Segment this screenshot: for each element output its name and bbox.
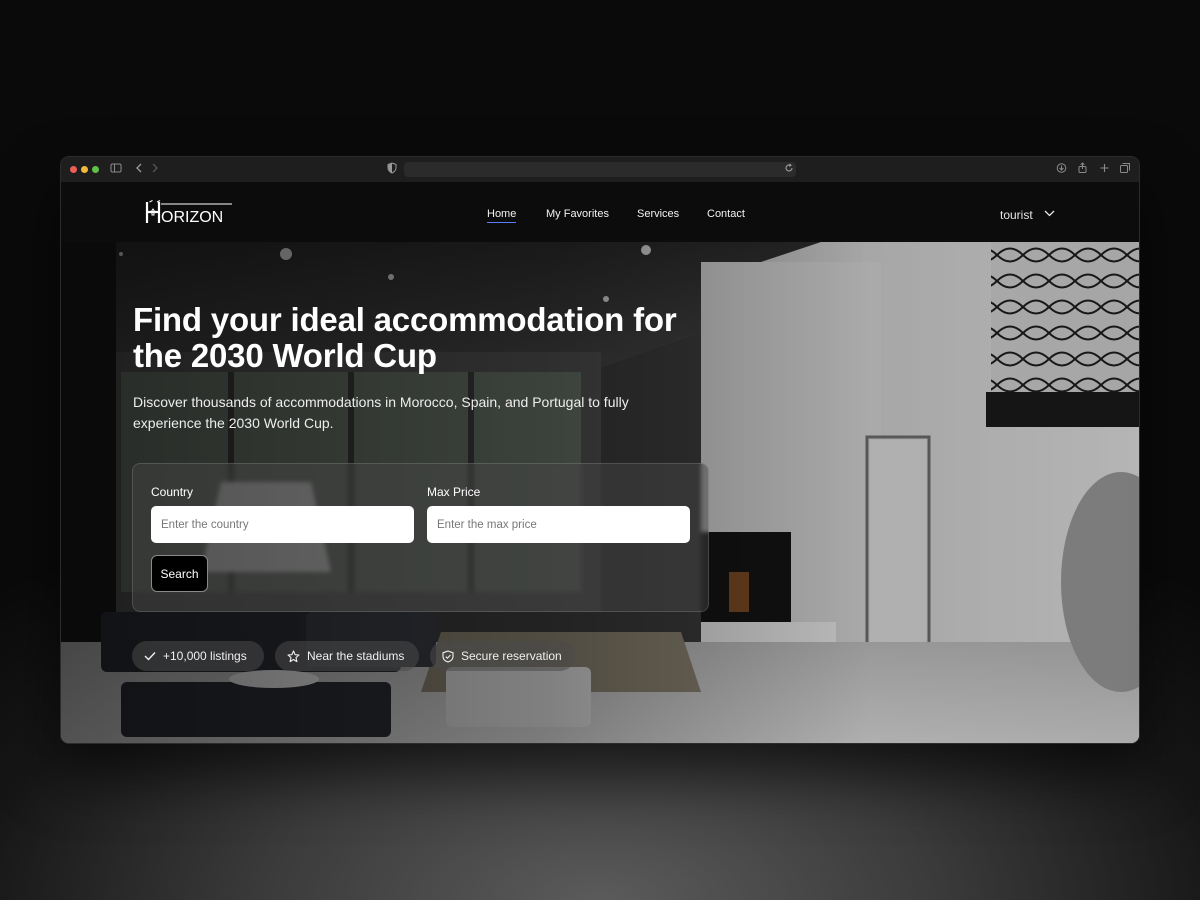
new-tab-icon[interactable] bbox=[1099, 162, 1110, 178]
hero-section: Find your ideal accommodation for the 20… bbox=[61, 242, 1139, 743]
chevron-down-icon bbox=[1044, 206, 1055, 220]
website: ORIZON Home My Favorites Services Contac… bbox=[61, 182, 1139, 743]
badge-near-stadiums-label: Near the stadiums bbox=[307, 649, 405, 663]
forward-arrow-icon[interactable] bbox=[150, 162, 160, 178]
browser-window: ORIZON Home My Favorites Services Contac… bbox=[61, 157, 1139, 743]
address-bar[interactable] bbox=[404, 162, 796, 177]
nav-contact[interactable]: Contact bbox=[707, 208, 745, 220]
badge-secure-reservation: Secure reservation bbox=[430, 641, 575, 671]
share-icon[interactable] bbox=[1077, 162, 1088, 178]
hero-subtitle: Discover thousands of accommodations in … bbox=[133, 392, 693, 434]
nav-home[interactable]: Home bbox=[487, 208, 517, 223]
shield-icon bbox=[442, 649, 454, 663]
logo-text: ORIZON bbox=[161, 209, 223, 226]
horizon-logo[interactable]: ORIZON bbox=[145, 200, 235, 226]
country-label: Country bbox=[151, 485, 194, 499]
nav-services[interactable]: Services bbox=[637, 208, 679, 220]
max-price-input[interactable] bbox=[427, 506, 690, 543]
star-icon bbox=[287, 649, 300, 663]
privacy-shield-icon bbox=[387, 162, 397, 178]
reload-icon[interactable] bbox=[784, 162, 794, 178]
minimize-window-button[interactable] bbox=[81, 166, 88, 173]
nav-my-favorites[interactable]: My Favorites bbox=[546, 208, 609, 220]
search-button[interactable]: Search bbox=[151, 555, 208, 592]
search-form: Country Max Price Search bbox=[132, 463, 709, 612]
hero-title-line-2: the 2030 World Cup bbox=[133, 337, 437, 374]
hero-title: Find your ideal accommodation for the 20… bbox=[133, 302, 733, 374]
badge-near-stadiums: Near the stadiums bbox=[275, 641, 419, 671]
sidebar-toggle-icon[interactable] bbox=[110, 162, 122, 178]
user-menu[interactable]: tourist bbox=[1000, 206, 1055, 222]
tab-overview-icon[interactable] bbox=[1119, 162, 1131, 178]
back-arrow-icon[interactable] bbox=[134, 162, 144, 178]
close-window-button[interactable] bbox=[70, 166, 77, 173]
download-icon[interactable] bbox=[1056, 162, 1067, 178]
badge-listings: +10,000 listings bbox=[132, 641, 264, 671]
maximize-window-button[interactable] bbox=[92, 166, 99, 173]
user-name: tourist bbox=[1000, 208, 1033, 222]
top-navigation: ORIZON Home My Favorites Services Contac… bbox=[61, 182, 1139, 243]
badge-secure-reservation-label: Secure reservation bbox=[461, 649, 562, 663]
browser-toolbar bbox=[61, 157, 1139, 183]
country-input[interactable] bbox=[151, 506, 414, 543]
hero-subtitle-line-1: Discover thousands of accommodations in … bbox=[133, 394, 629, 410]
max-price-label: Max Price bbox=[427, 485, 481, 499]
hero-subtitle-line-2: experience the 2030 World Cup. bbox=[133, 415, 334, 431]
hero-title-line-1: Find your ideal accommodation for bbox=[133, 301, 677, 338]
check-icon bbox=[144, 651, 156, 661]
badge-listings-label: +10,000 listings bbox=[163, 649, 247, 663]
